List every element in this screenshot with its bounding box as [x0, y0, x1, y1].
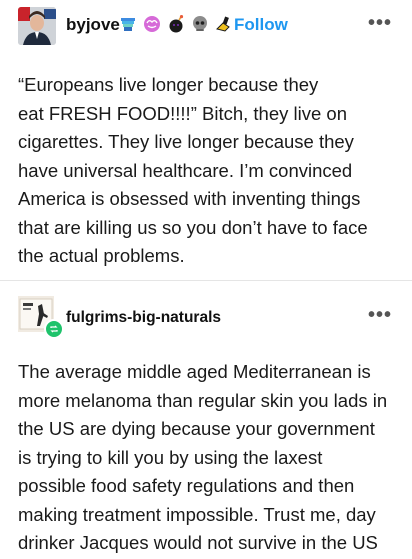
reblog-icon [44, 319, 64, 339]
post-text-line: eat FRESH FOOD!!!!” Bitch, they live on [18, 102, 347, 124]
post-text-line: the actual problems. [18, 245, 185, 266]
post-text-line: “Europeans live longer because they [18, 74, 319, 95]
follow-button[interactable]: Follow [234, 15, 288, 35]
yellow-toy-icon[interactable] [214, 14, 234, 34]
black-bomb-icon[interactable] [166, 14, 186, 34]
post-text-line: have universal healthcare. I’m convinced [18, 159, 353, 181]
post-text-line: The average middle aged Mediterranean is [18, 361, 371, 382]
avatar-byjove-image [18, 7, 56, 45]
rainbow-cup-icon[interactable] [118, 14, 138, 34]
post-text-line: America is obsessed with inventing thing… [18, 188, 361, 209]
post-header-byjove: byjove Follow ••• [0, 0, 412, 52]
post-divider [0, 280, 412, 281]
post-text-line: is trying to kill you by using the laxes… [18, 446, 323, 468]
username-byjove[interactable]: byjove [66, 15, 120, 35]
post-text-line: that are killing us so you don’t have to… [18, 216, 368, 238]
post-text-line: cigarettes. They live longer because the… [18, 131, 354, 152]
post-body-byjove: “Europeans live longer because they eat … [18, 71, 398, 271]
post-text-line: possible food safety regulations and the… [18, 475, 355, 496]
post-text-line: the US are dying because your government [18, 418, 375, 439]
post-body-fulgrims: The average middle aged Mediterranean is… [18, 358, 398, 558]
avatar-byjove[interactable] [18, 7, 56, 45]
username-fulgrims-big-naturals[interactable]: fulgrims-big-naturals [66, 309, 221, 327]
more-options-icon[interactable]: ••• [368, 12, 392, 35]
post-text-line: drinker Jacques would not survive in the… [18, 532, 378, 553]
more-options-icon[interactable]: ••• [368, 304, 392, 327]
badge-row [118, 14, 234, 34]
post-text-line: making treatment impossible. Trust me, d… [18, 503, 376, 525]
post-text-line: more melanoma than regular skin you lads… [18, 389, 388, 411]
pink-brain-icon[interactable] [142, 14, 162, 34]
grey-skull-icon[interactable] [190, 14, 210, 34]
